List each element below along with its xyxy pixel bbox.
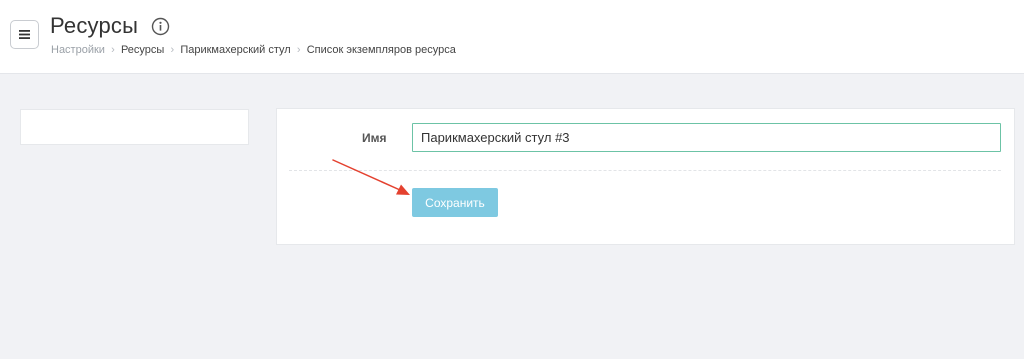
name-label: Имя [362,131,387,145]
breadcrumb-item-settings[interactable]: Настройки [51,44,105,56]
chevron-right-icon: › [170,44,175,56]
info-circle-icon[interactable] [151,17,170,36]
breadcrumb-item-resources[interactable]: Ресурсы [121,44,164,56]
breadcrumb-item-barber-chair[interactable]: Парикмахерский стул [180,44,290,56]
top-bar: Ресурсы Настройки › Ресурсы › Парикмахер… [0,0,1024,74]
side-panel [20,109,249,145]
page-title: Ресурсы [50,13,139,38]
save-button[interactable]: Сохранить [412,188,498,217]
menu-button[interactable] [10,20,39,49]
form-divider [289,170,1001,171]
hamburger-menu-icon [19,30,30,39]
chevron-right-icon: › [296,44,301,56]
name-input[interactable] [412,123,1001,152]
chevron-right-icon: › [111,44,115,56]
breadcrumb: Настройки › Ресурсы › Парикмахерский сту… [51,43,456,57]
breadcrumb-item-instance-list[interactable]: Список экземпляров ресурса [307,44,456,56]
